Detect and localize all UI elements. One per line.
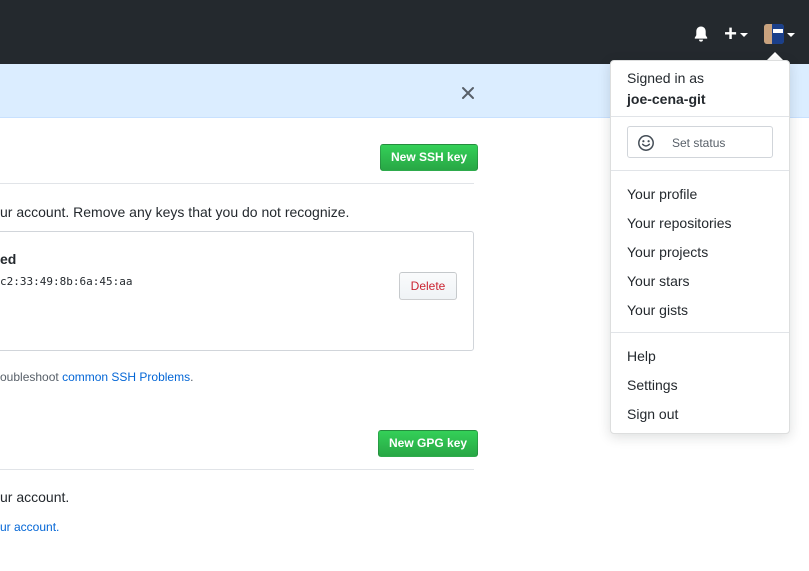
bell-icon[interactable] [692,24,710,44]
menu-divider [611,332,789,333]
ssh-troubleshoot-text: oubleshoot common SSH Problems. [0,370,193,384]
menu-divider [611,170,789,171]
delete-ssh-key-button[interactable]: Delete [399,272,457,300]
gpg-description: ur account. [0,489,70,505]
plus-icon: + [724,21,737,46]
header-actions: + [692,20,795,48]
create-new-menu[interactable]: + [724,21,748,46]
new-gpg-key-button[interactable]: New GPG key [378,430,479,457]
set-status-label: Set status [672,136,726,150]
menu-item-your-profile[interactable]: Your profile [627,186,697,202]
ssh-key-fingerprint: c2:33:49:8b:6a:45:aa [0,275,133,288]
smiley-icon [637,134,655,157]
top-header-bar: + [0,0,809,64]
gpg-account-link[interactable]: ur account. [0,520,59,534]
new-ssh-key-button[interactable]: New SSH key [380,144,479,171]
menu-divider [611,116,789,117]
menu-item-your-projects[interactable]: Your projects [627,244,708,260]
menu-item-your-repositories[interactable]: Your repositories [627,215,732,231]
menu-item-settings[interactable]: Settings [627,377,678,393]
troubleshoot-suffix: . [190,370,194,384]
signed-in-label: Signed in as [627,70,705,86]
user-menu-toggle[interactable] [764,24,795,44]
close-icon[interactable] [461,86,475,100]
menu-item-your-stars[interactable]: Your stars [627,273,690,289]
avatar [764,24,784,44]
troubleshoot-prefix: oubleshoot [0,370,63,384]
ssh-description: ur account. Remove any keys that you do … [0,204,350,220]
ssh-key-title: ed [0,251,17,267]
common-ssh-problems-link[interactable]: common SSH Problems [62,370,190,384]
set-status-button[interactable]: Set status [627,126,773,158]
chevron-down-icon [787,33,795,37]
signed-in-username: joe-cena-git [627,91,706,107]
menu-item-help[interactable]: Help [627,348,656,364]
chevron-down-icon [740,33,748,37]
dropdown-caret [767,52,783,60]
menu-item-sign-out[interactable]: Sign out [627,406,678,422]
menu-item-your-gists[interactable]: Your gists [627,302,688,318]
